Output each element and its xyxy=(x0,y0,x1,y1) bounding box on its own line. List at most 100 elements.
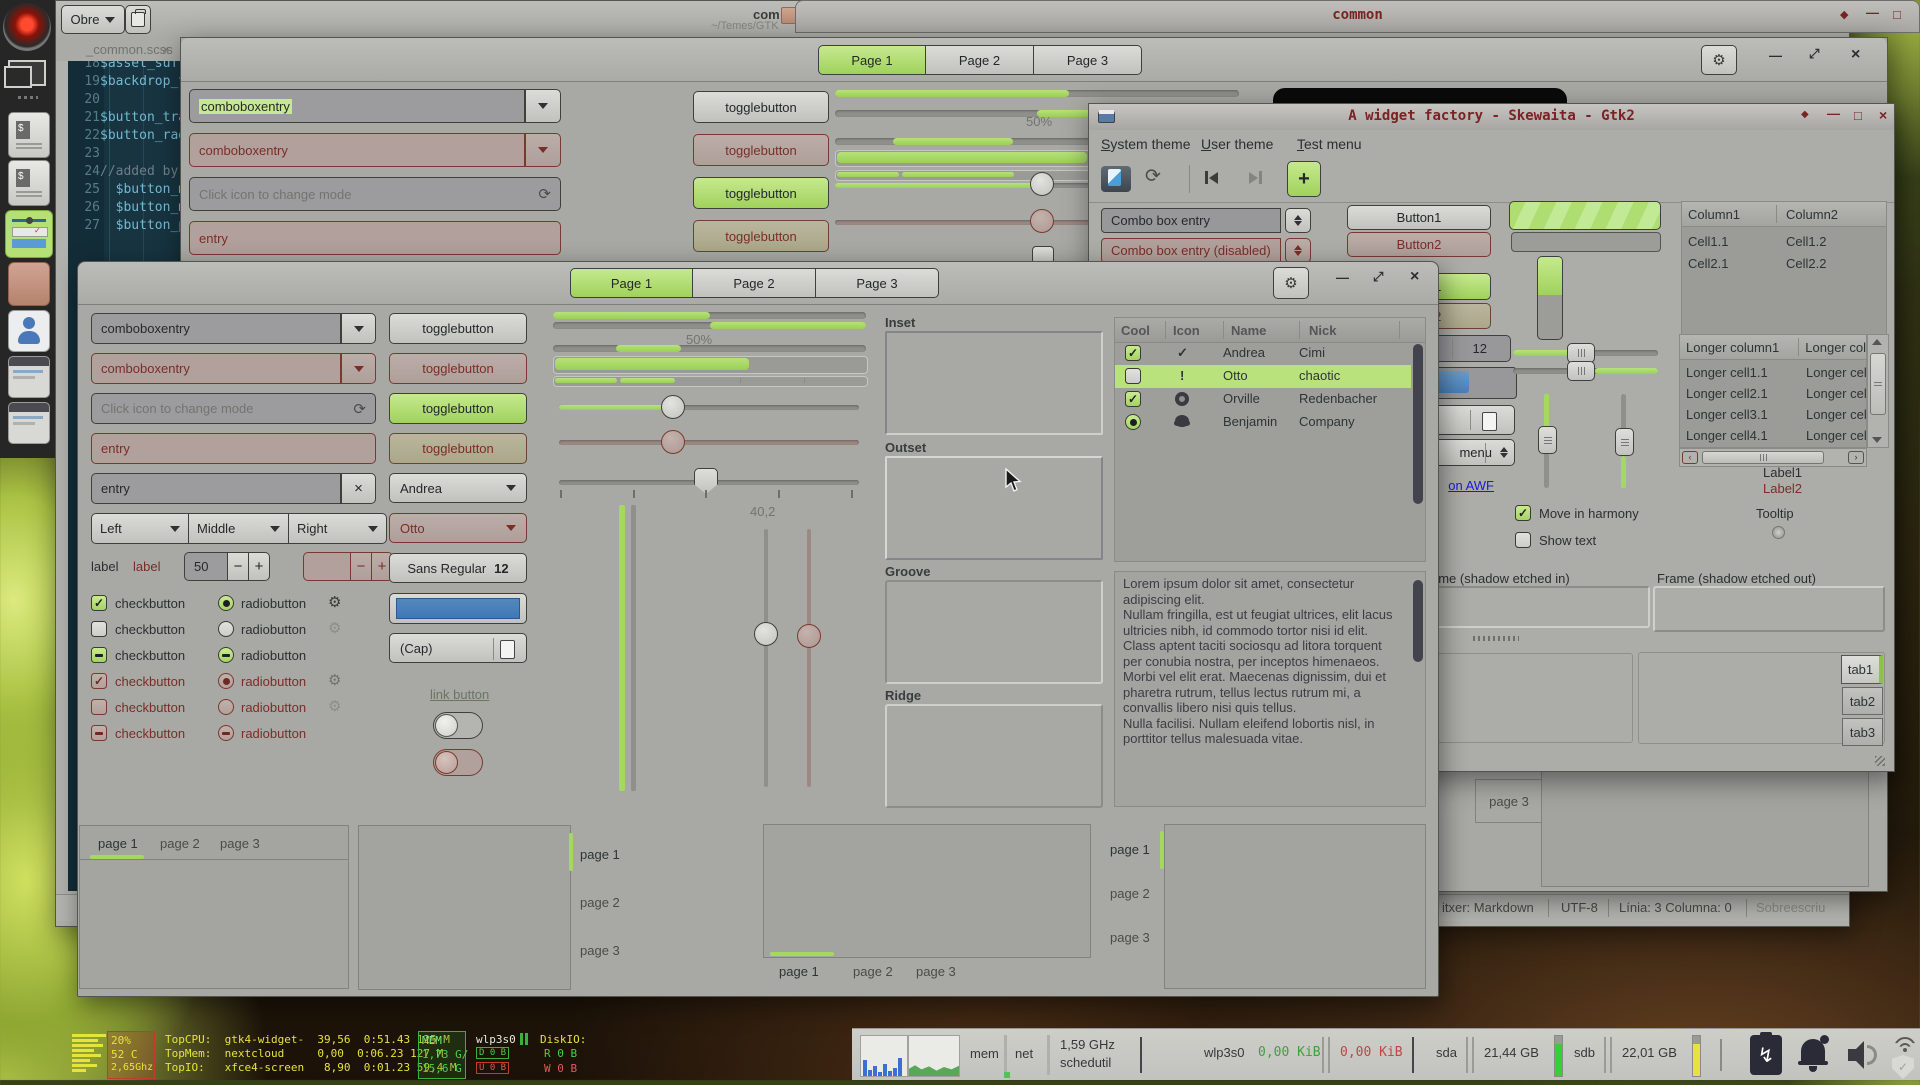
terminal-window-icon-2[interactable] xyxy=(8,402,50,444)
statusbar-filetype[interactable]: itxer: Markdown xyxy=(1442,900,1534,915)
vscale-knob[interactable] xyxy=(754,622,778,646)
gtk2-maximize-icon[interactable]: □ xyxy=(1854,108,1862,123)
gtk2-titlebar[interactable]: A widget factory - Skewaita - Gtk2 ◆ — □… xyxy=(1089,104,1894,131)
gtk2-vtab-2[interactable]: tab2 xyxy=(1842,687,1883,715)
nb3-tab-page3[interactable]: page 3 xyxy=(916,964,956,979)
comboboxentry[interactable]: comboboxentry xyxy=(91,313,341,344)
battery-icon[interactable]: ↯ xyxy=(1750,1035,1782,1075)
nb2-tab-page3[interactable]: page 3 xyxy=(580,943,620,958)
comboboxentry-arrow[interactable] xyxy=(341,313,376,344)
nb1-tab-page3[interactable]: page 3 xyxy=(220,836,260,851)
open-icon[interactable] xyxy=(1101,166,1131,192)
paste-icon-button[interactable] xyxy=(125,5,151,34)
radiobutton-label[interactable]: radiobutton xyxy=(241,622,306,637)
gtk2-table2-vscrollbar[interactable] xyxy=(1867,334,1889,448)
statusbar-overwrite[interactable]: Sobreescriu xyxy=(1756,900,1825,915)
nb2-tab-page1[interactable]: page 1 xyxy=(580,847,620,862)
link-button[interactable]: link button xyxy=(430,687,489,702)
front-gear-button[interactable]: ⚙ xyxy=(1273,267,1309,299)
bg-comboboxentry[interactable]: comboboxentry xyxy=(189,89,525,123)
front-close-icon[interactable]: × xyxy=(1410,268,1419,286)
radiobutton-label[interactable]: radiobutton xyxy=(241,648,306,663)
refresh-icon[interactable]: ⟳ xyxy=(1145,165,1161,188)
refresh-icon[interactable]: ⟳ xyxy=(353,400,366,418)
gtk2-vslider-wide[interactable] xyxy=(1537,256,1563,340)
harmony-checkbox[interactable]: ✓ xyxy=(1515,505,1531,521)
common-titlebar[interactable]: common ◆ — □ × xyxy=(795,0,1920,33)
showtext-checkbox[interactable] xyxy=(1515,532,1531,548)
nb3-tab-page2[interactable]: page 2 xyxy=(853,964,893,979)
table-row-selected[interactable]: ! Ottochaotic xyxy=(1115,365,1411,388)
andrea-combo[interactable]: Andrea xyxy=(389,473,527,503)
skip-start-icon[interactable] xyxy=(1205,171,1218,184)
statusbar-encoding[interactable]: UTF-8 xyxy=(1561,900,1598,915)
statusbar-position[interactable]: Línia: 3 Columna: 0 xyxy=(1619,900,1732,915)
volume-icon[interactable] xyxy=(1848,1041,1882,1069)
open-button[interactable]: Obre xyxy=(61,5,125,34)
treeview-scrollbar[interactable] xyxy=(1413,344,1423,559)
togglebutton-normal[interactable]: togglebutton xyxy=(389,313,527,344)
bg-combo-arrow[interactable] xyxy=(525,89,561,123)
gtk2-minimize-icon[interactable]: — xyxy=(1827,106,1840,121)
col-header-name[interactable]: Name xyxy=(1223,323,1301,338)
radiobutton-label[interactable]: radiobutton xyxy=(241,596,306,611)
align-left-combo[interactable]: Left xyxy=(91,513,189,544)
checkbutton-label[interactable]: checkbutton xyxy=(115,622,185,637)
textview[interactable]: Lorem ipsum dolor sit amet, consectetur … xyxy=(1114,571,1426,807)
window-stack-icon[interactable] xyxy=(8,60,46,86)
table-row[interactable]: ✓✓ AndreaCimi xyxy=(1115,342,1411,365)
nb4-tab-page2[interactable]: page 2 xyxy=(1110,886,1150,901)
radiobutton-unselected[interactable] xyxy=(218,621,234,637)
col-header-nick[interactable]: Nick xyxy=(1301,323,1336,338)
hscale[interactable] xyxy=(559,405,859,410)
gtk2-table2[interactable]: Longer column1Longer col Longer cell1.1L… xyxy=(1679,334,1867,448)
radiobutton-indeterminate[interactable] xyxy=(218,647,234,663)
col-header-icon[interactable]: Icon xyxy=(1165,323,1223,338)
gtk2-vtab-3[interactable]: tab3 xyxy=(1842,718,1883,746)
widget-factory-icon-active[interactable]: ✓ xyxy=(5,210,53,258)
cpu-freq[interactable]: 1,59 GHz xyxy=(1060,1037,1115,1052)
doc-money-icon-2[interactable]: $ xyxy=(8,160,50,206)
color-button[interactable] xyxy=(389,593,527,624)
tab-close-icon[interactable]: × xyxy=(162,42,170,57)
gtk2-hscale-2-knob[interactable] xyxy=(1567,361,1595,381)
nb4-tab-page1[interactable]: page 1 xyxy=(1110,842,1150,857)
hscale-knob[interactable] xyxy=(661,395,685,419)
bg-tab-page3[interactable]: Page 3 xyxy=(1034,45,1142,75)
treeview[interactable]: Cool Icon Name Nick ✓✓ AndreaCimi ! Otto… xyxy=(1114,317,1426,562)
bg-close-icon[interactable]: × xyxy=(1851,46,1860,64)
nb2-tab-page2[interactable]: page 2 xyxy=(580,895,620,910)
gtk2-close-icon[interactable]: × xyxy=(1879,107,1887,123)
bg-togglebutton-1[interactable]: togglebutton xyxy=(693,91,829,123)
disk-sda[interactable]: sda xyxy=(1436,1045,1457,1060)
wifi-icon[interactable] xyxy=(1894,1037,1916,1053)
contacts-icon[interactable] xyxy=(8,310,50,352)
col-header-cool[interactable]: Cool xyxy=(1115,323,1165,338)
notification-bell-icon[interactable] xyxy=(1798,1037,1828,1073)
disk-sdb[interactable]: sdb xyxy=(1574,1045,1595,1060)
menu-test-menu[interactable]: Test menu xyxy=(1297,136,1362,152)
align-middle-combo[interactable]: Middle xyxy=(189,513,289,544)
spin-minus-button[interactable]: − xyxy=(228,552,249,581)
switch-off[interactable] xyxy=(433,712,483,739)
gtk2-vscale-1-knob[interactable] xyxy=(1538,426,1557,454)
cpu-graph[interactable] xyxy=(860,1035,908,1077)
bg-icon-entry[interactable]: Click icon to change mode⟳ xyxy=(189,177,561,211)
front-tab-page1[interactable]: Page 1 xyxy=(570,268,693,298)
checkbutton-checked[interactable]: ✓ xyxy=(91,595,107,611)
terminal-window-icon-1[interactable] xyxy=(8,356,50,398)
bg-tab-page2[interactable]: Page 2 xyxy=(926,45,1034,75)
gtk2-link[interactable]: on AWF xyxy=(1438,478,1494,493)
gtk2-button1[interactable]: Button1 xyxy=(1347,205,1491,230)
checkbutton-label[interactable]: checkbutton xyxy=(115,596,185,611)
shield-icon[interactable]: ✓ xyxy=(1892,1055,1914,1079)
spin-value[interactable]: 50 xyxy=(184,552,228,581)
gtk2-vscale-2-knob[interactable] xyxy=(1615,428,1634,456)
spin-plus-button[interactable]: + xyxy=(249,552,270,581)
bg-gear-button[interactable]: ⚙ xyxy=(1701,45,1737,75)
gtk2-hscale-1-knob[interactable] xyxy=(1567,343,1595,363)
bg-scale-1-knob[interactable] xyxy=(1030,172,1054,196)
gtk2-combo-entry[interactable]: Combo box entry xyxy=(1101,208,1281,233)
font-button[interactable]: Sans Regular12 xyxy=(389,553,527,583)
checkbutton-indeterminate[interactable] xyxy=(91,647,107,663)
